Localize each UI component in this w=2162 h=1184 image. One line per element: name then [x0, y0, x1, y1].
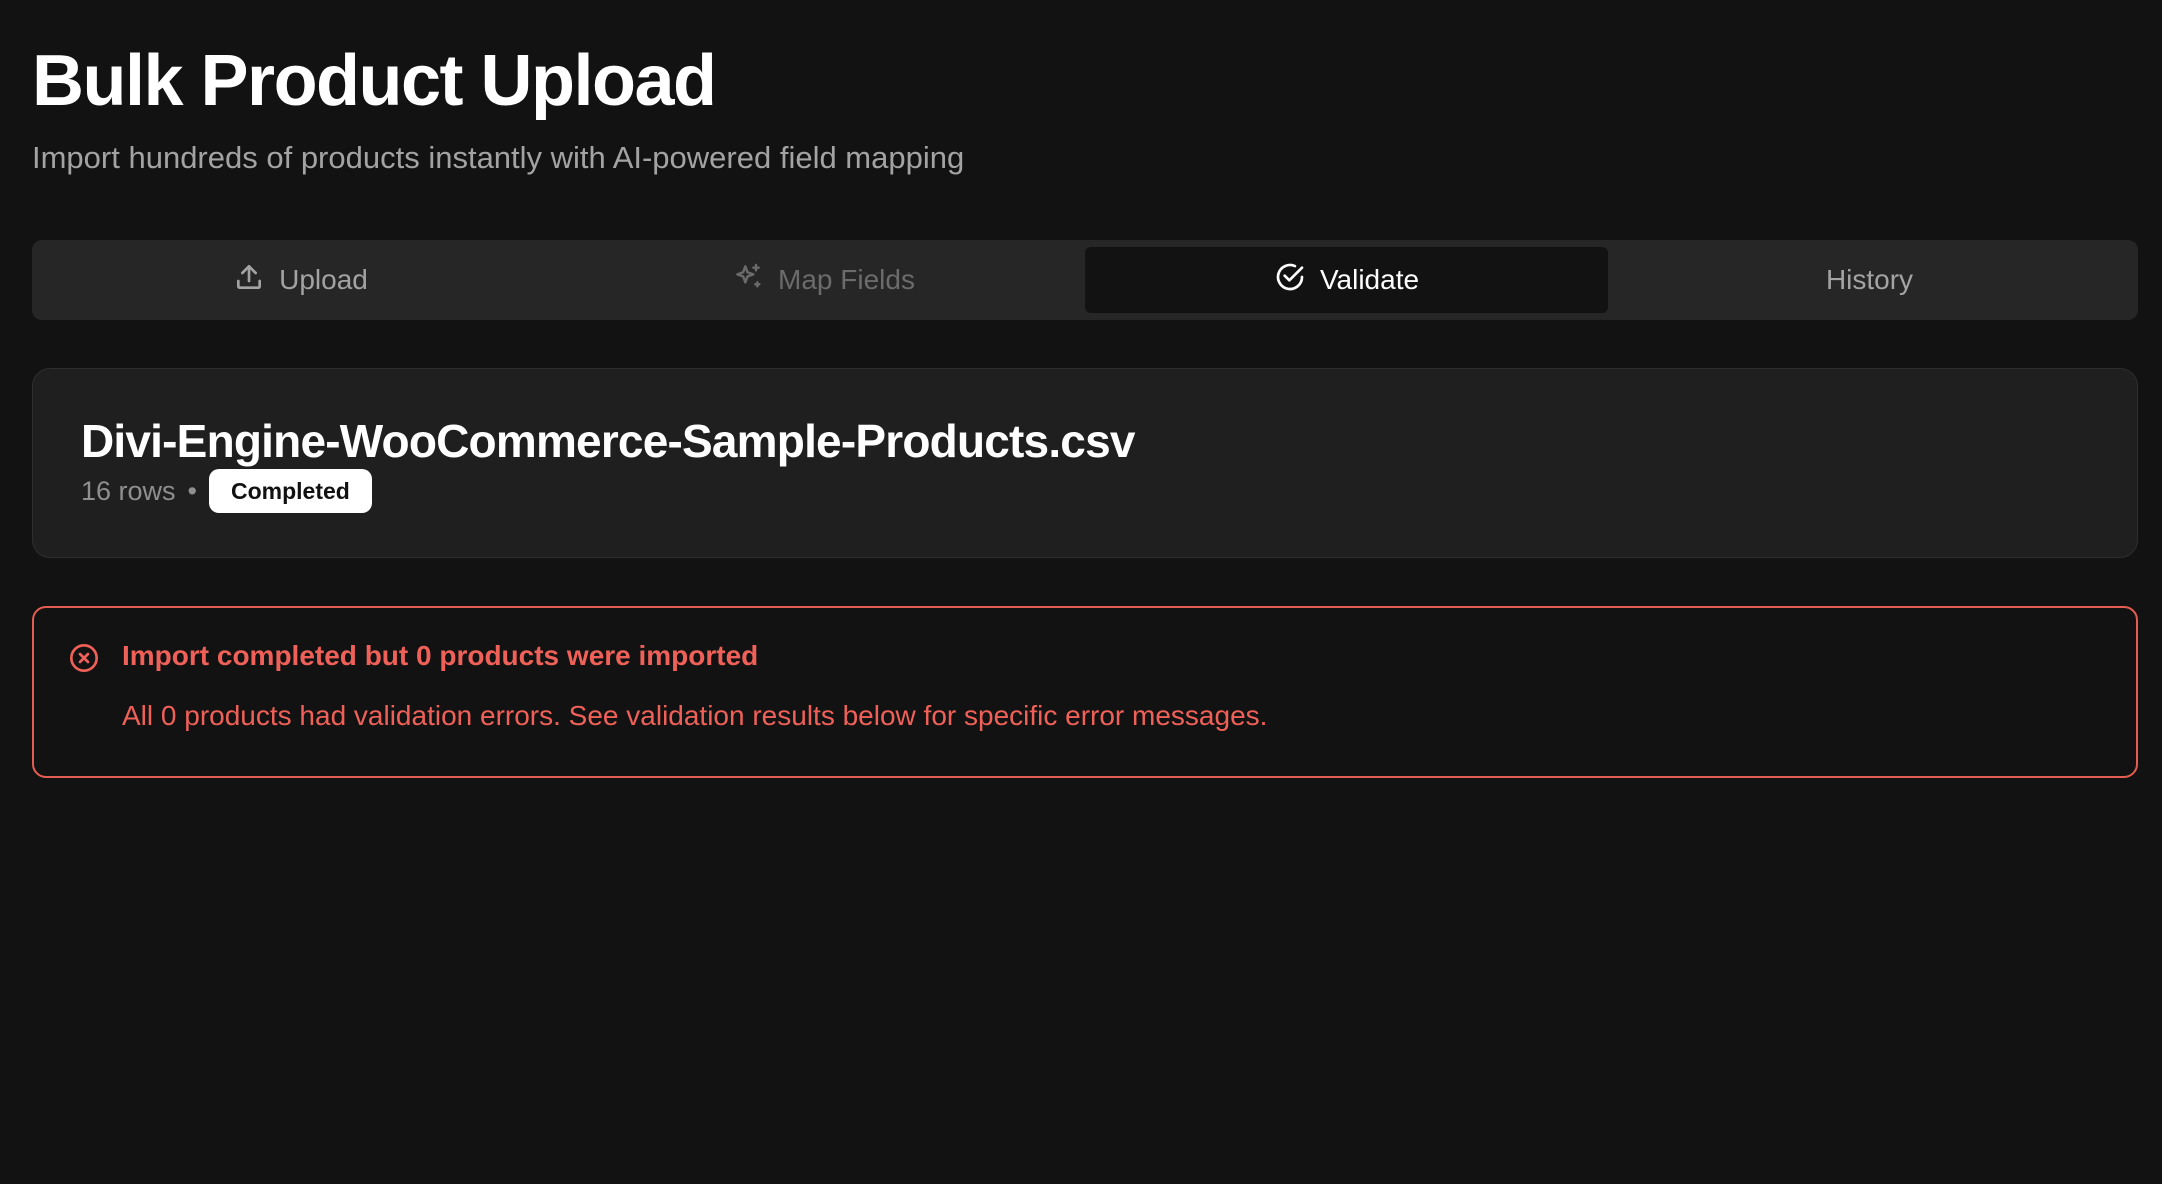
tab-validate[interactable]: Validate [1085, 247, 1608, 313]
meta-separator: • [187, 475, 197, 506]
upload-icon [233, 261, 265, 300]
file-summary-card: Divi-Engine-WooCommerce-Sample-Products.… [32, 368, 2138, 558]
x-circle-icon [68, 642, 100, 674]
alert-message: All 0 products had validation errors. Se… [122, 700, 1268, 731]
row-count: 16 rows [81, 475, 176, 506]
tab-upload-label: Upload [279, 264, 368, 295]
tab-upload[interactable]: Upload [39, 247, 562, 313]
page: Bulk Product Upload Import hundreds of p… [0, 0, 2162, 1184]
alert-title: Import completed but 0 products were imp… [122, 640, 759, 671]
tab-map-fields-label: Map Fields [778, 264, 915, 295]
error-alert: Import completed but 0 products were imp… [32, 606, 2138, 778]
page-subtitle: Import hundreds of products instantly wi… [32, 140, 965, 175]
status-badge: Completed [209, 469, 372, 513]
tab-map-fields[interactable]: Map Fields [562, 247, 1085, 313]
tab-validate-label: Validate [1319, 264, 1420, 295]
page-title: Bulk Product Upload [32, 41, 717, 121]
sparkles-icon [732, 261, 764, 300]
check-circle-icon [1274, 261, 1306, 300]
step-tabs: Upload Map Fields Validate History [32, 240, 2138, 320]
file-meta: 16 rows • Completed [81, 469, 2089, 513]
tab-history-label: History [1825, 264, 1914, 295]
file-name: Divi-Engine-WooCommerce-Sample-Products.… [81, 415, 1135, 467]
tab-history[interactable]: History [1608, 247, 2131, 313]
